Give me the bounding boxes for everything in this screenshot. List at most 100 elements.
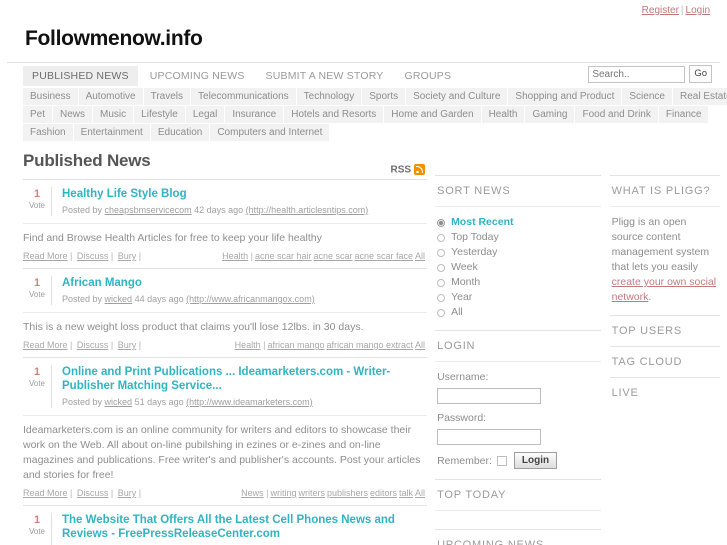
story-author-link[interactable]: wicked — [105, 397, 133, 407]
category-real-estate[interactable]: Real Estate — [672, 88, 727, 105]
register-link[interactable]: Register — [642, 5, 679, 16]
category-pet[interactable]: Pet — [23, 106, 54, 123]
category-lifestyle[interactable]: Lifestyle — [134, 106, 186, 123]
username-input[interactable] — [437, 388, 542, 404]
read-more-link[interactable]: Read More — [23, 340, 68, 350]
story-title-link[interactable]: Online and Print Publications ... Ideama… — [62, 365, 427, 393]
tag-link[interactable]: writing — [270, 488, 296, 498]
read-more-link[interactable]: Read More — [23, 251, 68, 261]
category-business[interactable]: Business — [23, 88, 79, 105]
tag-link[interactable]: writers — [298, 488, 325, 498]
category-home-and-garden[interactable]: Home and Garden — [384, 106, 482, 123]
login-link[interactable]: Login — [686, 5, 710, 16]
category-education[interactable]: Education — [150, 124, 211, 141]
category-food-and-drink[interactable]: Food and Drink — [575, 106, 659, 123]
radio-icon[interactable] — [437, 293, 446, 302]
story-title-link[interactable]: Healthy Life Style Blog — [62, 187, 427, 201]
category-society-and-culture[interactable]: Society and Culture — [406, 88, 509, 105]
tab-upcoming-news[interactable]: UPCOMING NEWS — [141, 66, 254, 86]
sort-option-week[interactable]: Week — [437, 260, 599, 275]
story-author-link[interactable]: wicked — [105, 294, 133, 304]
category-telecommunications[interactable]: Telecommunications — [191, 88, 297, 105]
category-gaming[interactable]: Gaming — [525, 106, 576, 123]
story-category-link[interactable]: News — [241, 488, 264, 498]
tag-link-all[interactable]: All — [415, 488, 425, 498]
story-title-link[interactable]: African Mango — [62, 276, 427, 290]
tag-link[interactable]: acne scar — [313, 251, 352, 261]
vote-label: Vote — [28, 379, 45, 388]
sort-option-month[interactable]: Month — [437, 275, 599, 290]
discuss-link[interactable]: Discuss — [77, 340, 109, 350]
tag-link[interactable]: acne scar face — [355, 251, 414, 261]
sort-option-top-today[interactable]: Top Today — [437, 230, 599, 245]
discuss-link[interactable]: Discuss — [77, 488, 109, 498]
vote-box[interactable]: 1 Vote — [23, 513, 51, 537]
category-news[interactable]: News — [53, 106, 94, 123]
story-category-link[interactable]: Health — [222, 251, 248, 261]
category-technology[interactable]: Technology — [296, 88, 363, 105]
bury-link[interactable]: Bury — [118, 340, 137, 350]
create-social-network-link[interactable]: create your own social network — [612, 276, 716, 303]
category-automotive[interactable]: Automotive — [78, 88, 144, 105]
tag-link[interactable]: publishers — [327, 488, 368, 498]
vote-box[interactable]: 1 Vote — [23, 365, 51, 389]
sort-option-most-recent[interactable]: Most Recent — [437, 215, 599, 230]
search-input[interactable] — [588, 65, 686, 83]
radio-icon[interactable] — [437, 308, 446, 317]
radio-icon[interactable] — [437, 248, 446, 257]
sort-option-label: Top Today — [451, 231, 499, 243]
category-hotels-and-resorts[interactable]: Hotels and Resorts — [284, 106, 385, 123]
vote-box[interactable]: 1 Vote — [23, 187, 51, 211]
category-music[interactable]: Music — [93, 106, 135, 123]
rss-icon[interactable] — [414, 164, 426, 176]
sort-option-all[interactable]: All — [437, 305, 599, 320]
category-sports[interactable]: Sports — [362, 88, 407, 105]
tag-link[interactable]: talk — [399, 488, 413, 498]
bury-link[interactable]: Bury — [118, 251, 137, 261]
category-travels[interactable]: Travels — [143, 88, 192, 105]
category-entertainment[interactable]: Entertainment — [73, 124, 151, 141]
story-source-url[interactable]: (http://health.articlesntips.com) — [246, 205, 369, 215]
posted-by-prefix: Posted by — [62, 294, 103, 304]
radio-icon[interactable] — [437, 218, 446, 227]
category-health[interactable]: Health — [481, 106, 526, 123]
tag-link[interactable]: editors — [370, 488, 397, 498]
search-go-button[interactable]: Go — [689, 65, 712, 83]
password-input[interactable] — [437, 429, 542, 445]
category-fashion[interactable]: Fashion — [23, 124, 74, 141]
story-source-url[interactable]: (http://www.ideamarketers.com) — [186, 397, 313, 407]
tab-submit-a-new-story[interactable]: SUBMIT A NEW STORY — [257, 66, 393, 86]
category-science[interactable]: Science — [622, 88, 673, 105]
tag-link-all[interactable]: All — [415, 340, 425, 350]
category-insurance[interactable]: Insurance — [225, 106, 285, 123]
discuss-link[interactable]: Discuss — [77, 251, 109, 261]
radio-icon[interactable] — [437, 278, 446, 287]
story-author-link[interactable]: cheapsbmservicecom — [105, 205, 192, 215]
tab-published-news[interactable]: PUBLISHED NEWS — [23, 65, 138, 86]
radio-icon[interactable] — [437, 263, 446, 272]
story-title-link[interactable]: The Website That Offers All the Latest C… — [62, 513, 427, 541]
upcoming-news-heading: UPCOMING NEWS — [435, 529, 601, 545]
tab-groups[interactable]: GROUPS — [396, 66, 461, 86]
vote-box[interactable]: 1 Vote — [23, 276, 51, 300]
tag-link-all[interactable]: All — [415, 251, 425, 261]
rss-link[interactable]: RSS — [23, 161, 427, 177]
radio-icon[interactable] — [437, 233, 446, 242]
story-category-link[interactable]: Health — [235, 340, 261, 350]
story-source-url[interactable]: (http://www.africanmangox.com) — [186, 294, 315, 304]
sort-option-label: Month — [451, 276, 481, 288]
tag-cloud-heading: TAG CLOUD — [609, 346, 720, 377]
category-shopping-and-product[interactable]: Shopping and Product — [508, 88, 623, 105]
bury-link[interactable]: Bury — [118, 488, 137, 498]
category-legal[interactable]: Legal — [185, 106, 226, 123]
sort-option-year[interactable]: Year — [437, 290, 599, 305]
tag-link[interactable]: african mango — [267, 340, 324, 350]
tag-link[interactable]: acne scar hair — [255, 251, 312, 261]
remember-checkbox[interactable] — [496, 455, 507, 466]
category-finance[interactable]: Finance — [658, 106, 710, 123]
read-more-link[interactable]: Read More — [23, 488, 68, 498]
tag-link[interactable]: african mango extract — [327, 340, 414, 350]
sort-option-yesterday[interactable]: Yesterday — [437, 245, 599, 260]
category-computers-and-internet[interactable]: Computers and Internet — [210, 124, 331, 141]
login-submit-button[interactable]: Login — [513, 452, 558, 469]
